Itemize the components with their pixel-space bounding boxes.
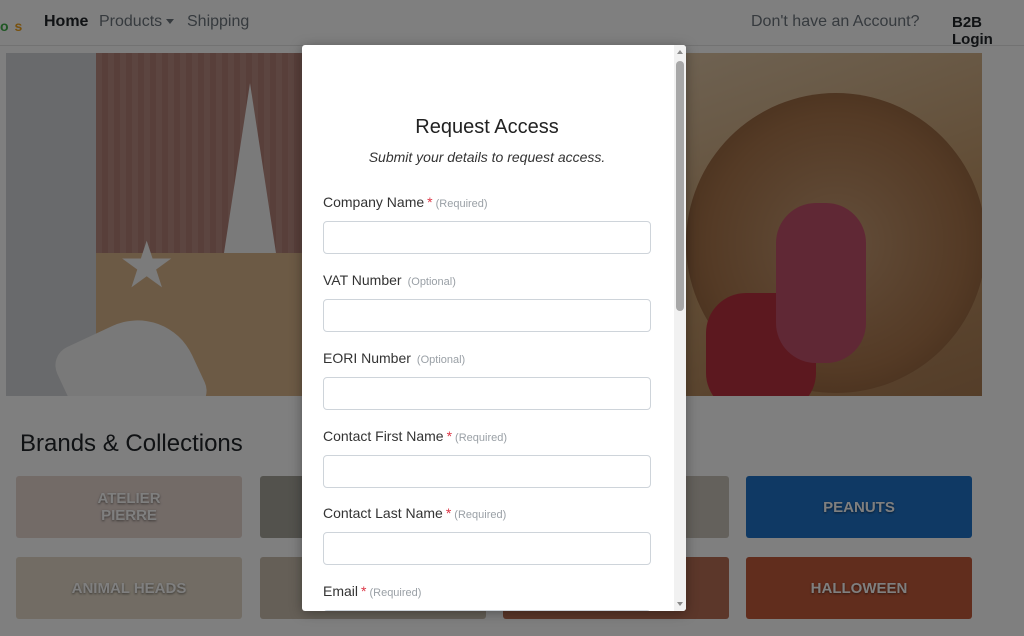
field-hint: (Required) <box>455 432 508 444</box>
field-label-text: Email <box>323 583 359 599</box>
scroll-up-icon[interactable] <box>677 50 683 54</box>
contact-first-name-label: Contact First Name * (Required) <box>323 428 507 444</box>
modal-subtitle: Submit your details to request access. <box>368 149 606 165</box>
eori-number-input[interactable] <box>323 377 651 410</box>
modal-scrollbar[interactable] <box>674 45 686 611</box>
field-label-text: Company Name <box>323 194 425 210</box>
field-label-text: Contact Last Name <box>323 505 443 521</box>
company-name-label: Company Name * (Required) <box>323 194 488 210</box>
scroll-thumb[interactable] <box>676 61 684 311</box>
field-label-text: EORI Number <box>323 350 411 366</box>
required-marker: * <box>427 194 433 210</box>
field-hint: (Required) <box>369 587 422 599</box>
field-hint: (Required) <box>454 509 507 521</box>
field-hint: (Optional) <box>416 354 466 366</box>
field-label-text: VAT Number <box>323 272 402 288</box>
required-marker: * <box>361 583 367 599</box>
vat-number-input[interactable] <box>323 299 651 332</box>
modal-title: Request Access <box>415 116 559 138</box>
eori-number-label: EORI Number (Optional) <box>323 350 465 366</box>
required-marker: * <box>446 428 453 444</box>
company-name-input[interactable] <box>323 221 651 254</box>
request-access-modal: Request Access Submit your details to re… <box>302 45 686 611</box>
email-label: Email * (Required) <box>323 583 421 599</box>
field-hint: (Optional) <box>407 276 456 288</box>
email-input[interactable] <box>323 610 651 611</box>
scroll-down-icon[interactable] <box>677 602 683 606</box>
field-label-text: Contact First Name <box>323 428 444 444</box>
vat-number-label: VAT Number (Optional) <box>323 272 456 288</box>
contact-last-name-label: Contact Last Name * (Required) <box>323 505 506 521</box>
contact-last-name-input[interactable] <box>323 532 651 565</box>
required-marker: * <box>445 505 452 521</box>
contact-first-name-input[interactable] <box>323 455 651 488</box>
field-hint: (Required) <box>435 198 488 210</box>
